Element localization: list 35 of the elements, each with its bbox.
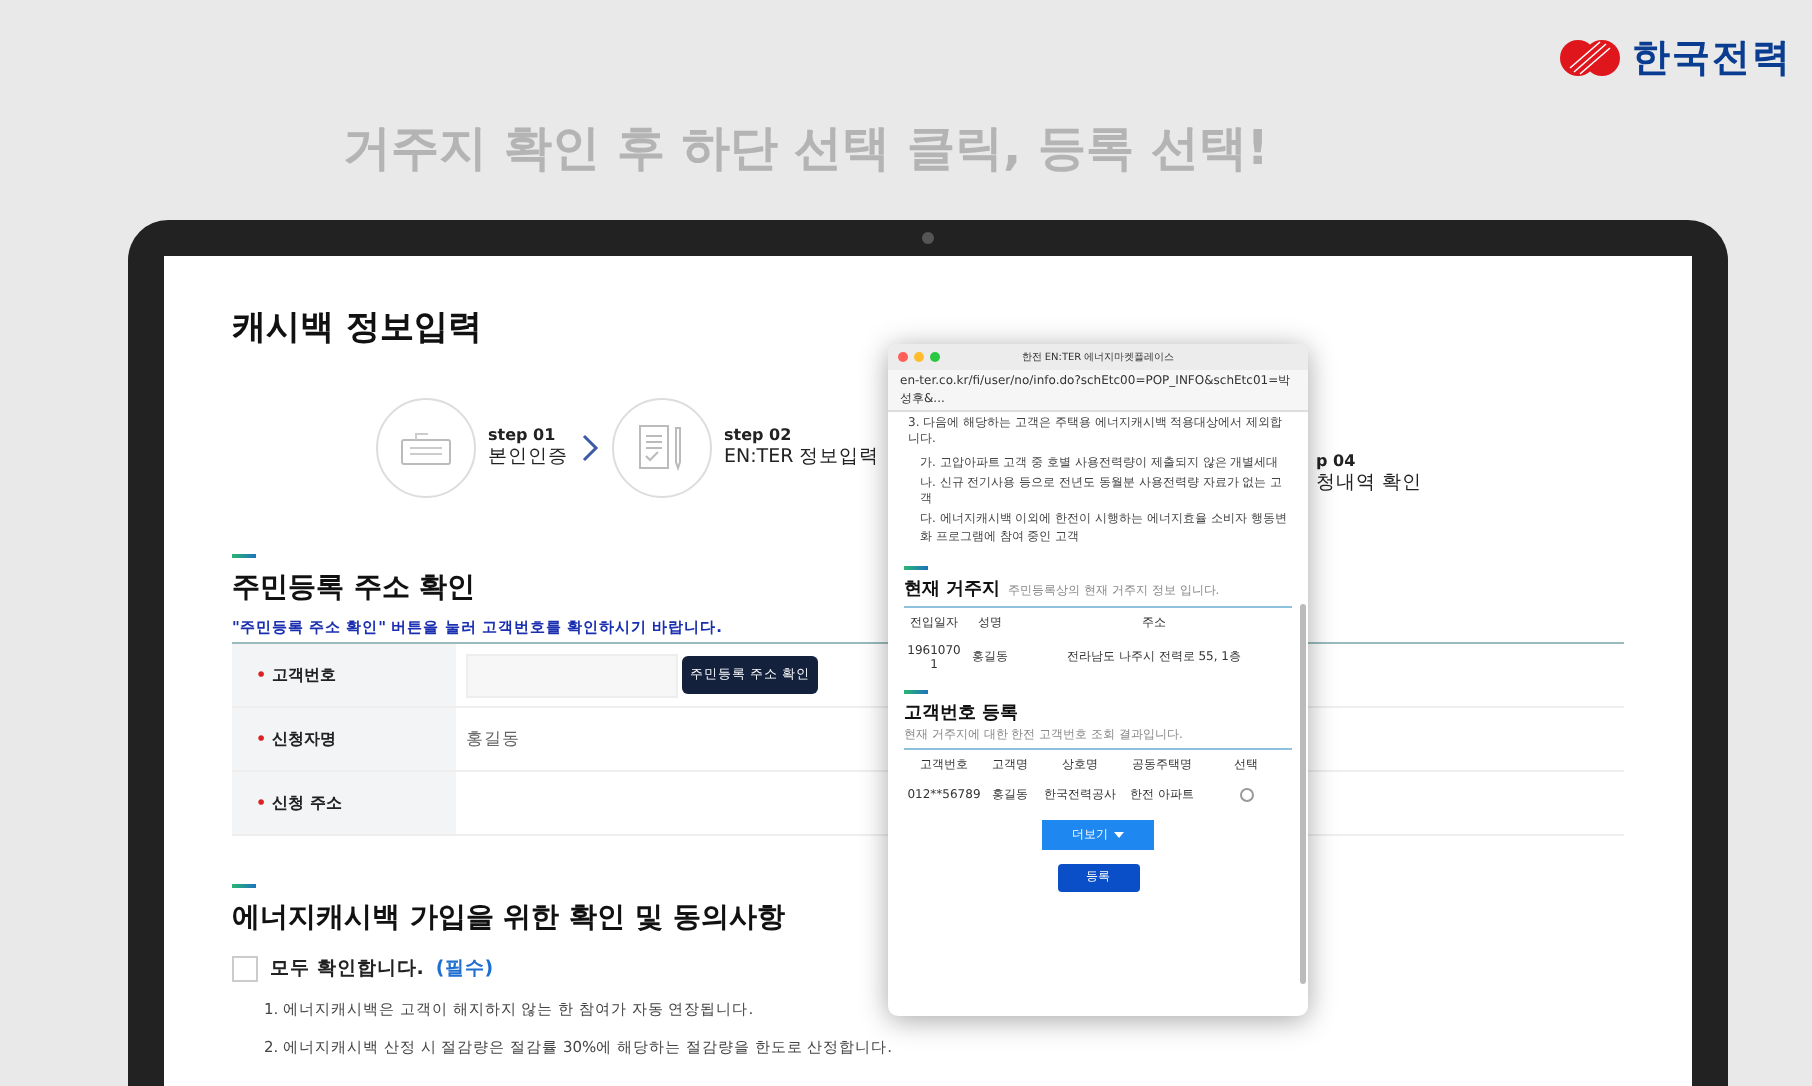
required-label: (필수) [435,956,494,982]
agree-all-label: 모두 확인합니다. [270,956,424,982]
step-label: EN:TER 정보입력 [724,444,880,470]
field-label: 고객번호 [272,664,337,686]
section-marker [904,565,928,570]
logo-emblem-icon [1558,38,1622,78]
section-marker [904,689,928,694]
field-label: 신청자명 [272,728,337,750]
maximize-dot-icon[interactable] [930,352,940,362]
required-mark: • [256,794,267,812]
required-mark: • [256,730,267,748]
step-number: p 04 [1316,452,1356,470]
chevron-right-icon [580,434,600,462]
applicant-name: 홍길동 [466,727,520,751]
section-title: 에너지캐시백 가입을 위한 확인 및 동의사항 [232,900,785,936]
step-number: step 01 [488,426,556,444]
agree-all-checkbox[interactable] [232,956,258,982]
section-title: 주민등록 주소 확인 [232,570,476,606]
required-mark: • [256,666,267,684]
section-title: 고객번호 등록 [904,701,1019,726]
step-number: step 02 [724,426,792,444]
step-label: 청내역 확인 [1316,470,1423,496]
page-title: 캐시백 정보입력 [232,306,484,350]
camera-icon [922,232,934,244]
section-marker [232,554,256,558]
field-label: 신청 주소 [272,792,342,814]
logo-text: 한국전력 [1632,34,1792,84]
caret-icon [1114,831,1124,838]
section-marker [232,884,256,888]
minimize-dot-icon[interactable] [914,352,924,362]
keyboard-icon [400,430,452,466]
close-dot-icon[interactable] [898,352,908,362]
section-title: 현재 거주지 [904,577,1001,602]
select-radio[interactable] [1239,787,1253,802]
step-label: 본인인증 [488,444,568,470]
